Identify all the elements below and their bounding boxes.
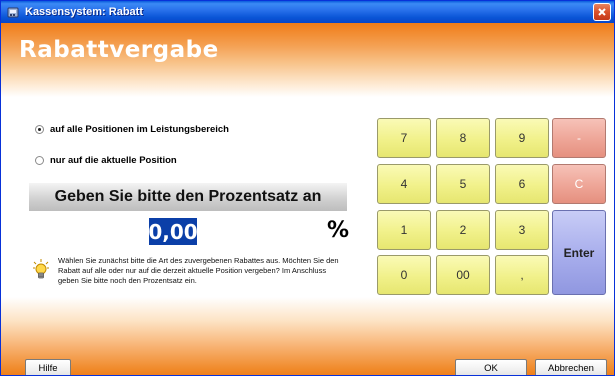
close-button[interactable] [593, 3, 611, 21]
key-5[interactable]: 5 [436, 164, 490, 204]
ok-button[interactable]: OK [455, 359, 527, 375]
key-4[interactable]: 4 [377, 164, 431, 204]
percentage-input[interactable]: 0,00 [148, 218, 198, 245]
option-all-positions-label: auf alle Positionen im Leistungsbereich [50, 124, 229, 135]
key-6[interactable]: 6 [495, 164, 549, 204]
radio-all-positions[interactable] [35, 125, 44, 134]
percentage-prompt: Geben Sie bitte den Prozentsatz an [29, 183, 347, 211]
key-00[interactable]: 00 [436, 255, 490, 295]
key-1[interactable]: 1 [377, 210, 431, 250]
key-8[interactable]: 8 [436, 118, 490, 158]
radio-current-position[interactable] [35, 156, 44, 165]
window-title: Kassensystem: Rabatt [25, 6, 143, 18]
key-0[interactable]: 0 [377, 255, 431, 295]
option-current-position[interactable]: nur auf die aktuelle Position [35, 155, 177, 166]
key-minus[interactable]: - [552, 118, 606, 158]
key-3[interactable]: 3 [495, 210, 549, 250]
app-icon [6, 5, 20, 19]
header-banner: Rabattvergabe [1, 23, 614, 97]
option-current-position-label: nur auf die aktuelle Position [50, 155, 177, 166]
cancel-button[interactable]: Abbrechen [535, 359, 607, 375]
key-enter[interactable]: Enter [552, 210, 606, 295]
key-clear[interactable]: C [552, 164, 606, 204]
key-2[interactable]: 2 [436, 210, 490, 250]
help-button[interactable]: Hilfe [25, 359, 71, 375]
key-7[interactable]: 7 [377, 118, 431, 158]
lightbulb-icon [33, 259, 49, 281]
kassensystem-rabatt-window: Kassensystem: Rabatt Rabattvergabe auf a… [0, 0, 615, 376]
key-comma[interactable]: , [495, 255, 549, 295]
info-text: Wählen Sie zunächst bitte die Art des zu… [58, 256, 339, 285]
percent-unit: % [327, 218, 350, 243]
close-icon [598, 8, 606, 16]
title-bar[interactable]: Kassensystem: Rabatt [1, 1, 614, 23]
option-all-positions[interactable]: auf alle Positionen im Leistungsbereich [35, 124, 229, 135]
key-9[interactable]: 9 [495, 118, 549, 158]
page-title: Rabattvergabe [19, 37, 219, 63]
